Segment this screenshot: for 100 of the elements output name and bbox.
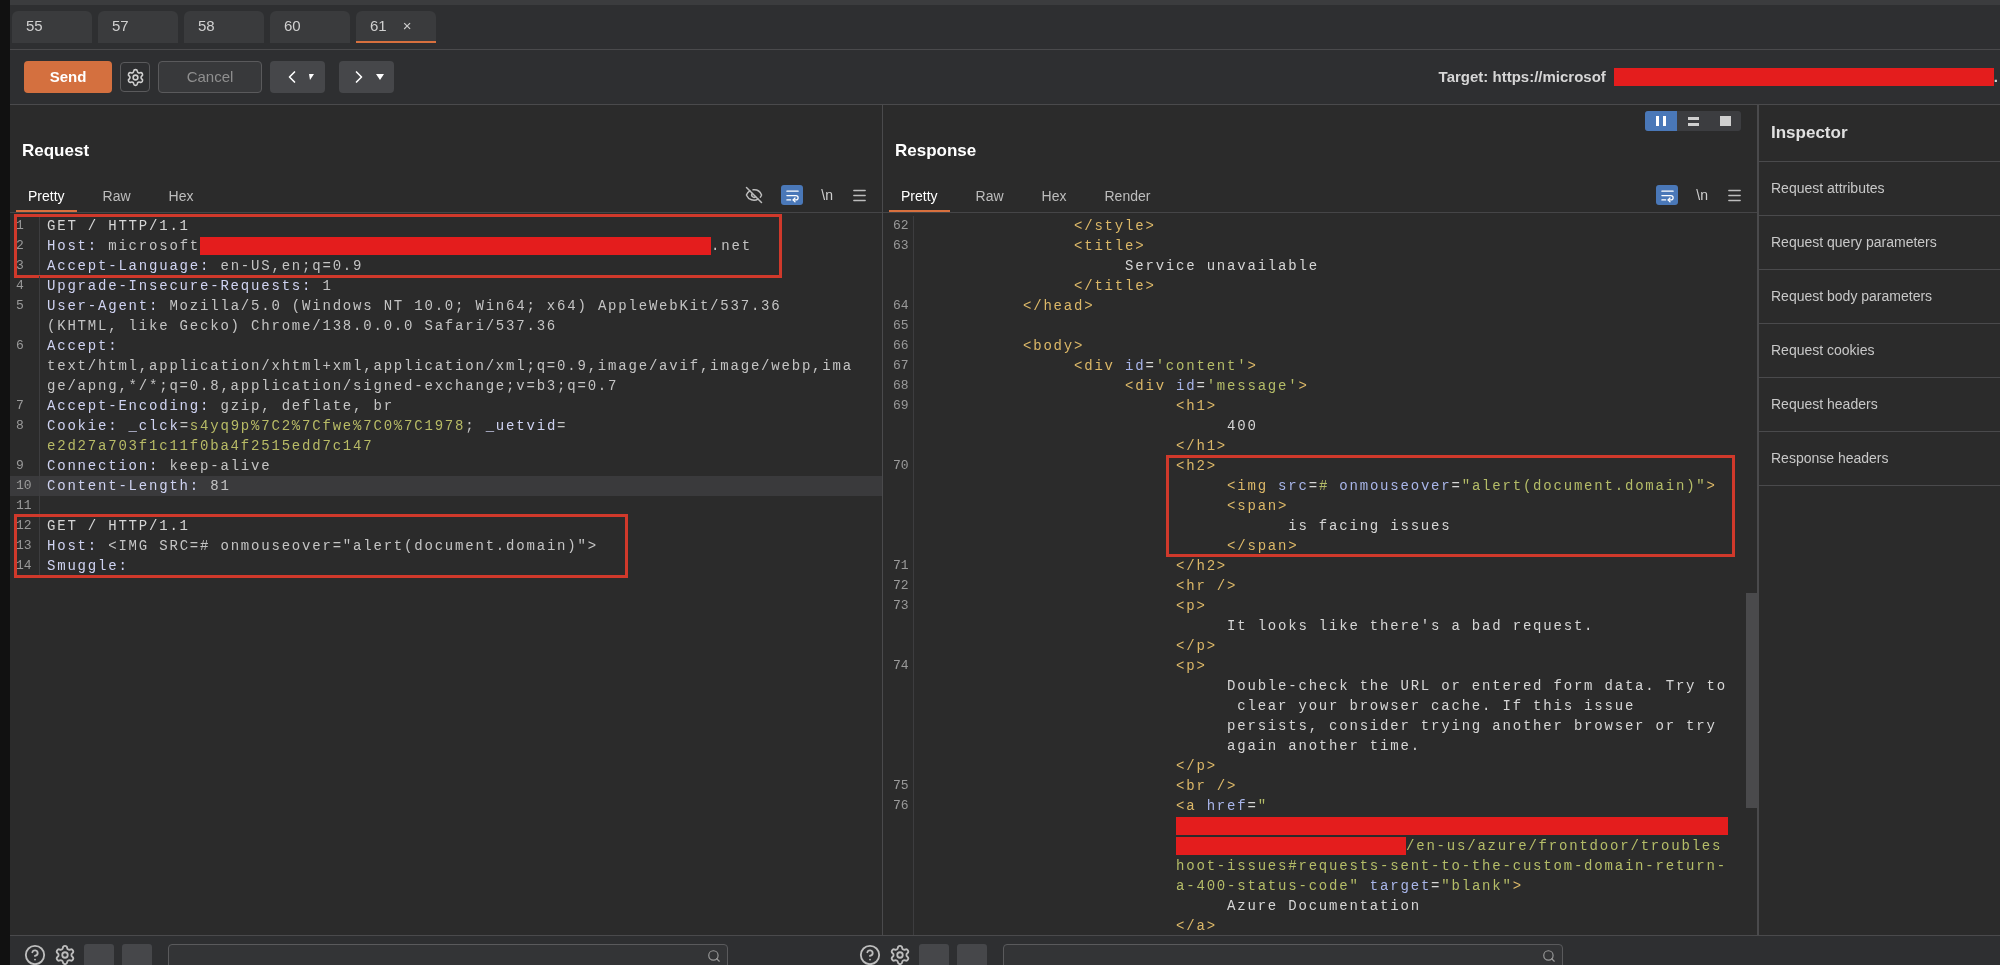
code-line: 400 [1226,416,1258,436]
code-text: /en-us/azure/frontdoor/troubles [1406,836,1723,856]
line-number: 13 [16,537,32,556]
inspector-section[interactable]: Request headers [1759,378,2000,432]
line-number: 12 [16,517,32,536]
code-line: ge/apng,*/*;q=0.8,application/signed-exchange;v=b3;q=0.7 [47,376,619,396]
code-line: <div id='message'> [1124,376,1309,396]
code-line: e2d27a703f1c11f0ba4f2515edd7c147 [47,436,374,456]
view-tab[interactable]: Pretty [889,182,950,212]
scrollbar[interactable] [1746,593,1757,808]
line-number: 62 [893,217,909,236]
close-tab-icon[interactable]: × [402,14,412,38]
request-tab[interactable]: 61 × [356,11,436,43]
line-number: 5 [16,297,24,316]
newline-toggle[interactable]: \n [1696,184,1708,206]
code-line: Service unavailable [1124,256,1319,276]
pane-title: Request [22,140,90,163]
code-line: <br /> [1175,776,1238,796]
settings-button[interactable] [120,62,150,92]
line-number: 11 [16,497,32,516]
search-icon [1542,949,1556,963]
wrap-icon [1659,187,1675,203]
request-tab[interactable]: 58 [184,11,264,43]
code-line: </p> [1175,636,1217,656]
line-number: 64 [893,297,909,316]
search-field[interactable] [168,944,728,965]
request-tab[interactable]: 55 [12,11,92,43]
rows-icon [1687,116,1699,126]
code-line: It looks like there's a bad request. [1226,616,1595,636]
wrap-icon [784,187,800,203]
line-number: 3 [16,257,24,276]
code-line: </p> [1175,756,1217,776]
wrap-toggle[interactable] [781,185,804,205]
line-number: 14 [16,557,32,576]
view-tab[interactable]: Raw [963,182,1016,212]
code-line: clear your browser cache. If this issue [1236,696,1636,716]
help-icon[interactable] [859,944,881,965]
eye-off-icon[interactable] [745,186,764,204]
code-text: .net [711,236,752,256]
settings-icon [125,67,145,87]
view-tab[interactable]: Render [1092,182,1163,212]
code-line: <a href=" [1175,796,1268,816]
wrap-toggle[interactable] [1656,185,1679,205]
code-line: again another time. [1226,736,1421,756]
settings-icon[interactable] [889,944,911,965]
code-line: Upgrade-Insecure-Requests: 1 [47,276,333,296]
code-line: </title> [1073,276,1156,296]
code-text: Host: [47,236,98,256]
line-number: 4 [16,277,24,296]
columns-icon [1656,116,1666,126]
line-number: 1 [16,217,24,236]
code-line: <p> [1175,656,1207,676]
line-number: 71 [893,557,909,576]
code-line: Azure Documentation [1226,896,1421,916]
view-tab[interactable]: Hex [156,182,206,212]
inspector-title: Inspector [1771,122,1848,145]
inspector-section[interactable]: Request cookies [1759,324,2000,378]
view-tab[interactable]: Raw [90,182,143,212]
caret-icon [376,74,384,80]
line-number: 68 [893,377,909,396]
inspector-section[interactable]: Request body parameters [1759,270,2000,324]
code-line: (KHTML, like Gecko) Chrome/138.0.0.0 Safari/537.36 [47,316,558,336]
code-line: a-400-status-code" target="blank"> [1175,876,1523,896]
settings-icon[interactable] [54,944,76,965]
inspector-section[interactable]: Response headers [1759,432,2000,486]
newline-toggle[interactable]: \n [821,184,833,206]
help-icon[interactable] [24,944,46,965]
line-number: 9 [16,457,24,476]
code-line: Host: <IMG SRC=# onmouseover="alert(document.domain)"> [47,536,598,556]
code-line: hoot-issues#requests-sent-to-the-custom-domain-return- [1175,856,1727,876]
caret-icon [308,74,314,80]
request-tab[interactable]: 60 [270,11,350,43]
line-number: 8 [16,417,24,436]
line-number: 63 [893,237,909,256]
code-line: <body> [1022,336,1085,356]
code-line: Connection: keep-alive [47,456,272,476]
line-number: 6 [16,337,24,356]
target-label-end: . [1993,66,1999,87]
code-line: <img src=# onmouseover="alert(document.domain)"> [1226,476,1717,496]
inspector-section[interactable]: Request query parameters [1759,216,2000,270]
pane-title: Response [895,140,977,163]
view-tab[interactable]: Pretty [16,182,77,212]
layout-toggle[interactable] [1645,111,1677,131]
line-number: 73 [893,597,909,616]
code-line: Content-Length: 81 [47,476,231,496]
forward-button[interactable] [339,61,394,93]
request-tab[interactable]: 57 [98,11,178,43]
code-line: Accept-Language: en-US,en;q=0.9 [47,256,364,276]
search-field[interactable] [1003,944,1563,965]
code-line: <title> [1073,236,1146,256]
line-number: 10 [16,477,32,496]
view-tab[interactable]: Hex [1029,182,1079,212]
line-number: 72 [893,577,909,596]
back-button[interactable] [270,61,325,93]
code-line: </head> [1022,296,1095,316]
code-line: <p> [1175,596,1207,616]
square-icon [1719,116,1731,126]
inspector-section[interactable]: Request attributes [1759,162,2000,216]
code-line: is facing issues [1287,516,1452,536]
line-number: 74 [893,657,909,676]
